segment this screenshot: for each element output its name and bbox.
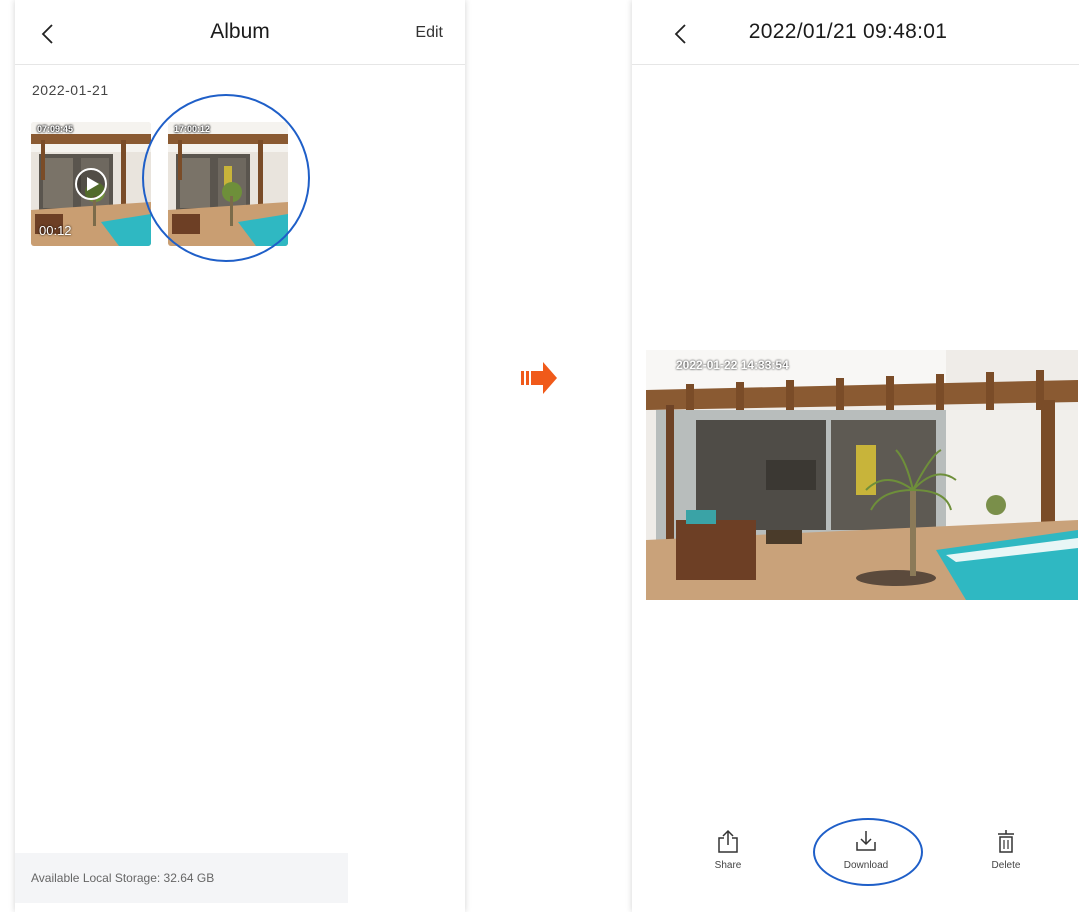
page-title: 2022/01/21 09:48:01 (748, 20, 948, 43)
album-thumbnail-video[interactable]: 07:09:45 00:12 (31, 122, 151, 246)
download-label: Download (843, 860, 889, 871)
delete-label: Delete (991, 860, 1021, 871)
edit-button[interactable]: Edit (415, 24, 443, 42)
share-button[interactable]: Share (693, 828, 763, 871)
delete-button[interactable]: Delete (971, 828, 1041, 871)
download-icon (856, 831, 876, 851)
page-title: Album (210, 20, 270, 43)
photo-timestamp: 2022-01-22 14:33:54 (676, 358, 789, 372)
storage-info-bar: Available Local Storage: 32.64 GB (15, 853, 348, 903)
patio-photo-image (646, 350, 1078, 600)
download-button[interactable]: Download (831, 828, 901, 871)
share-icon (718, 829, 738, 853)
arrow-right-icon (521, 362, 557, 394)
video-duration: 00:12 (39, 223, 72, 238)
storage-text: Available Local Storage: 32.64 GB (31, 871, 215, 885)
date-group-label: 2022-01-21 (32, 82, 109, 98)
album-screen: Album Edit 2022-01-21 07:09:45 00:12 17:… (15, 0, 465, 912)
full-photo[interactable]: 2022-01-22 14:33:54 (646, 350, 1078, 600)
patio-thumbnail-image (168, 122, 288, 246)
photo-viewer-screen: 2022/01/21 09:48:01 2022-01-22 14:33:54 … (632, 0, 1079, 912)
thumbnail-timestamp: 07:09:45 (37, 124, 74, 134)
album-thumbnail-image[interactable]: 17:00:12 (168, 122, 288, 246)
album-navbar: Album Edit (15, 0, 465, 65)
thumbnail-timestamp: 17:00:12 (174, 124, 211, 134)
play-icon (75, 168, 107, 200)
share-label: Share (714, 860, 742, 871)
viewer-navbar: 2022/01/21 09:48:01 (632, 0, 1079, 65)
delete-icon (998, 830, 1014, 853)
